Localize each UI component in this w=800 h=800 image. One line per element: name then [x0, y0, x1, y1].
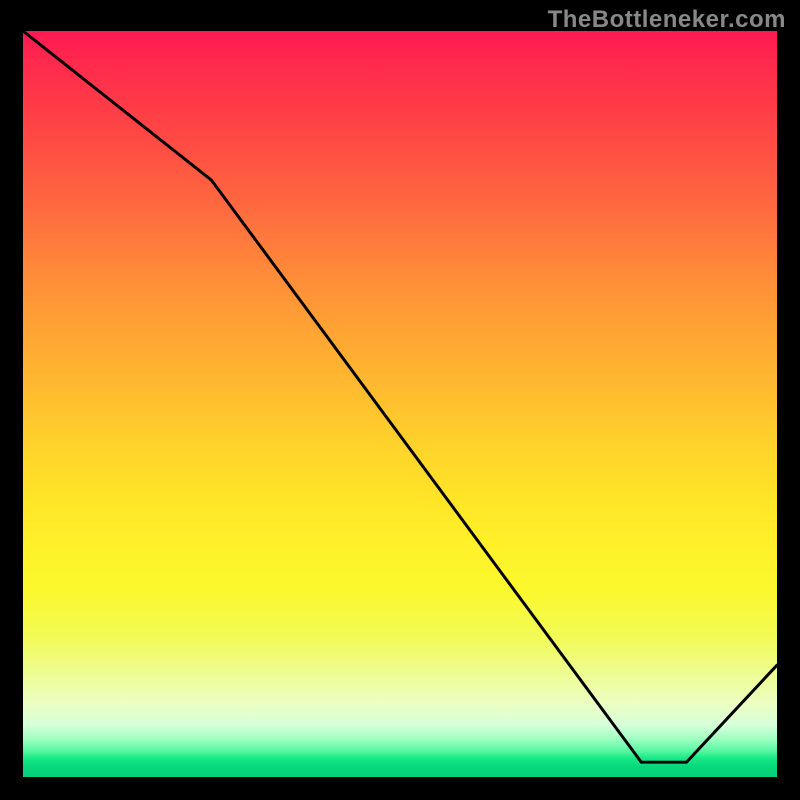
plot-area	[20, 28, 780, 780]
data-line	[23, 31, 777, 777]
chart-container: TheBottleneker.com	[0, 0, 800, 800]
watermark-text: TheBottleneker.com	[548, 6, 786, 34]
